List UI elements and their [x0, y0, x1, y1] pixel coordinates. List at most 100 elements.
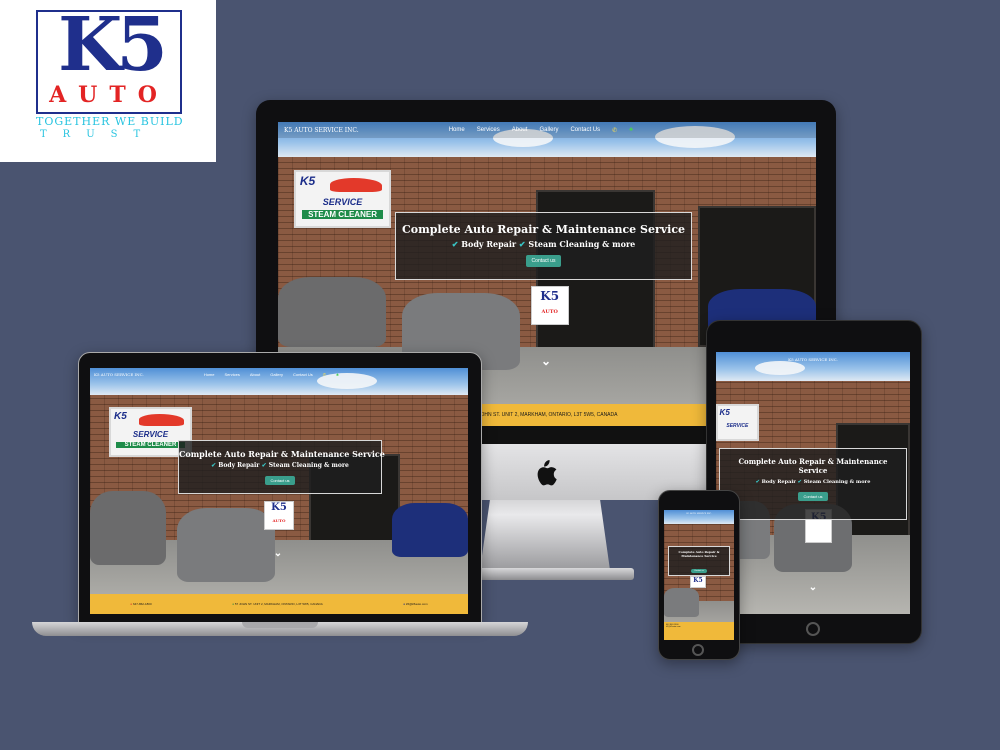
shop-sign: K5 SERVICE STEAM CLEANER — [294, 170, 391, 229]
hero-title: Complete Auto Repair & Maintenance Servi… — [179, 449, 385, 459]
tablet-home-button[interactable] — [806, 622, 820, 636]
check-icon: ✔ — [797, 479, 802, 485]
contact-us-button[interactable]: Contact us — [691, 569, 707, 573]
chevron-down-icon[interactable]: ⌄ — [806, 582, 820, 593]
hero-box: Complete Auto Repair & Maintenance Servi… — [719, 448, 907, 520]
chevron-down-icon[interactable]: ⌄ — [536, 354, 556, 368]
footer-phone-text: 647-862-1800 — [132, 602, 152, 606]
hero-logo-word: AUTO — [541, 308, 558, 315]
phone-home-button[interactable] — [692, 644, 704, 656]
hero-subtitle: ✔ Body Repair ✔ Steam Cleaning & more — [179, 462, 381, 469]
grey-car — [278, 276, 386, 348]
contact-us-button[interactable]: Contact us — [265, 476, 295, 485]
nav-links: Home Services About Gallery Contact Us ✆… — [204, 372, 339, 377]
nav-brand[interactable]: K5 AUTO SERVICE INC. — [788, 357, 838, 362]
hero-title: Complete Auto Repair & Maintenance Servi… — [678, 550, 720, 558]
hero-logo-mark: K5 — [693, 576, 703, 584]
silver-car — [664, 588, 699, 617]
nav-gallery[interactable]: Gallery — [539, 127, 558, 134]
hero-item-body-repair: Body Repair — [461, 239, 517, 249]
phone-screen: K5 AUTO SERVICE INC. Complete Auto Repai… — [664, 510, 734, 640]
nav-about[interactable]: About — [512, 127, 528, 134]
nav-gallery[interactable]: Gallery — [270, 372, 283, 377]
check-icon: ✔ — [451, 239, 459, 249]
email-icon: ● — [403, 602, 406, 606]
nav-brand[interactable]: K5 AUTO SERVICE INC. — [687, 513, 712, 515]
phone-icon[interactable]: ✆ — [323, 372, 326, 377]
nav-home[interactable]: Home — [204, 372, 215, 377]
hero-logo: K5 — [690, 576, 706, 588]
sign-k5: K5 — [719, 407, 730, 417]
nav-links: Home Services About Gallery Contact Us ✆… — [449, 127, 633, 134]
logo-trust: TRUST — [40, 129, 157, 140]
nav-services[interactable]: Services — [477, 127, 500, 134]
footer-email-text: k5@k5auto.com — [405, 602, 428, 606]
footer-phone: ● 647-862-1800 — [130, 602, 151, 606]
check-icon: ✔ — [261, 462, 267, 469]
navbar: K5 AUTO SERVICE INC. — [664, 510, 734, 518]
logo-word: AUTO — [49, 82, 169, 108]
check-icon: ✔ — [755, 479, 760, 485]
check-icon: ✔ — [211, 462, 217, 469]
chevron-down-icon[interactable]: ⌄ — [270, 548, 286, 559]
imac-base — [468, 568, 634, 580]
logo-tagline: TOGETHER WE BUILD — [36, 116, 182, 127]
silver-car — [176, 508, 276, 583]
leaf-icon[interactable]: ♣ — [336, 372, 339, 377]
hero-box: Complete Auto Repair & Maintenance Servi… — [395, 212, 692, 280]
footer-bar: 647-862-1800 k5@k5auto.com — [664, 622, 734, 640]
hero-subtitle: ✔ Body Repair ✔ Steam Cleaning & more — [396, 239, 691, 249]
grey-car — [90, 491, 166, 565]
contact-us-button[interactable]: Contact us — [798, 492, 828, 501]
sign-service: SERVICE — [726, 422, 749, 429]
nav-brand[interactable]: K5 AUTO SERVICE INC. — [284, 127, 359, 134]
nav-home[interactable]: Home — [449, 127, 465, 134]
blue-car — [392, 503, 468, 558]
hero-logo: K5 AUTO — [530, 286, 569, 325]
k5-auto-logo: K5 AUTO TOGETHER WE BUILD TRUST — [0, 0, 216, 162]
nav-brand[interactable]: K5 AUTO SERVICE INC. — [94, 372, 144, 377]
sign-k5: K5 — [114, 411, 127, 423]
hero-logo-mark: K5 — [540, 289, 560, 304]
leaf-icon[interactable]: ♣ — [629, 127, 633, 134]
sign-service: SERVICE — [322, 197, 363, 208]
hero-item-steam: Steam Cleaning & more — [268, 462, 349, 469]
hero-box: Complete Auto Repair & Maintenance Servi… — [178, 440, 385, 494]
phone-icon: ● — [130, 602, 133, 606]
contact-us-button[interactable]: Contact us — [525, 255, 562, 267]
navbar: K5 AUTO SERVICE INC. — [716, 352, 910, 366]
logo-mark: K5 — [58, 2, 168, 88]
sign-car-graphic — [139, 413, 184, 426]
sign-steam: STEAM CLEANER — [301, 210, 384, 220]
hero-title: Complete Auto Repair & Maintenance Servi… — [738, 457, 888, 475]
hero-logo-word: AUTO — [272, 518, 286, 524]
logo-frame: K5 AUTO — [36, 2, 182, 114]
sign-k5: K5 — [299, 174, 316, 189]
nav-services[interactable]: Services — [224, 372, 239, 377]
check-icon: ✔ — [518, 239, 526, 249]
hero-item-body-repair: Body Repair — [218, 462, 260, 469]
tablet-screen: K5 SERVICE K5 K5 AUTO SERVICE INC. Compl… — [716, 352, 910, 614]
nav-about[interactable]: About — [250, 372, 260, 377]
hero-item-steam: Steam Cleaning & more — [803, 479, 871, 485]
hero-item-body-repair: Body Repair — [761, 479, 796, 485]
footer-bar: ● 647-862-1800 ● 57 JOHN ST. UNIT 2, MAR… — [90, 594, 468, 614]
macbook-notch — [242, 622, 318, 628]
sign-service: SERVICE — [132, 430, 169, 440]
footer-email-text: k5@k5auto.com — [666, 626, 681, 628]
footer-email: ● k5@k5auto.com — [403, 602, 427, 606]
phone-icon[interactable]: ✆ — [612, 127, 617, 134]
nav-contact[interactable]: Contact Us — [293, 372, 313, 377]
hero-box: Complete Auto Repair & Maintenance Servi… — [668, 546, 730, 576]
navbar: K5 AUTO SERVICE INC. Home Services About… — [278, 122, 816, 138]
shop-sign: K5 SERVICE — [716, 404, 759, 442]
macbook-screen: K5 SERVICE STEAM CLEANER K5 AUTO K5 AUTO… — [90, 368, 468, 614]
hero-title: Complete Auto Repair & Maintenance Servi… — [401, 223, 686, 236]
nav-contact[interactable]: Contact Us — [570, 127, 600, 134]
navbar: K5 AUTO SERVICE INC. Home Services About… — [90, 368, 468, 380]
apple-logo-icon — [537, 460, 557, 486]
location-icon: ● — [232, 602, 235, 606]
hero-item-steam: Steam Cleaning & more — [528, 239, 636, 249]
hero-logo-mark: K5 — [271, 502, 287, 514]
hero-logo: K5 AUTO — [263, 500, 295, 531]
